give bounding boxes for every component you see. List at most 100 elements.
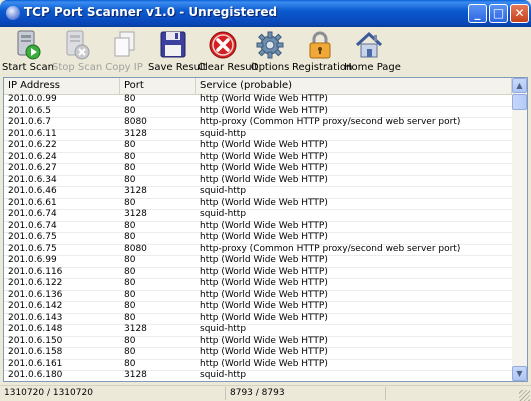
cell-port: 80 [124,312,136,323]
cell-ip: 201.0.6.74 [8,220,57,231]
cell-service: http (World Wide Web HTTP) [200,266,328,277]
title-bar[interactable]: TCP Port Scanner v1.0 - Unregistered _ □… [0,0,531,27]
cell-ip: 201.0.6.143 [8,312,63,323]
cell-service: squid-http [200,186,247,196]
scroll-down-button[interactable]: ▼ [512,366,527,381]
close-button[interactable]: ✕ [510,4,529,23]
resize-grip-icon[interactable] [519,390,530,401]
computer-play-icon [17,30,41,60]
app-globe-icon [6,6,20,20]
status-found: 8793 / 8793 [226,387,386,400]
cell-ip: 201.0.6.24 [8,151,57,162]
cell-ip: 201.0.6.27 [8,163,57,173]
cell-service: http (World Wide Web HTTP) [200,358,328,369]
scroll-up-arrow-icon: ▲ [516,81,523,90]
computer-stop-icon [66,30,90,60]
cell-ip: 201.0.6.116 [8,266,63,277]
scroll-thumb[interactable] [512,94,527,110]
cell-service: http (World Wide Web HTTP) [200,301,328,311]
cell-service: http (World Wide Web HTTP) [200,94,328,104]
cell-ip: 201.0.6.136 [8,289,63,300]
cell-service: http-proxy (Common HTTP proxy/second web… [200,243,461,254]
house-icon [355,31,383,58]
cell-port: 3128 [124,324,147,334]
save-result-label: Save Result [148,62,207,73]
cell-port: 80 [124,255,136,265]
cell-port: 80 [124,232,136,242]
cell-ip: 201.0.0.99 [8,94,57,104]
home-page-button[interactable]: Home Page [344,27,401,75]
cell-ip: 201.0.6.142 [8,301,63,311]
scroll-up-button[interactable]: ▲ [512,78,527,93]
cell-port: 80 [124,289,136,300]
cell-port: 80 [124,266,136,277]
cell-port: 80 [124,278,136,288]
cell-service: http (World Wide Web HTTP) [200,163,328,173]
cell-port: 80 [124,174,136,185]
cell-port: 80 [124,197,136,208]
cell-service: http (World Wide Web HTTP) [200,335,328,346]
cell-ip: 201.0.6.150 [8,335,63,346]
cell-service: squid-http [200,128,247,139]
cell-ip: 201.0.6.75 [8,232,57,242]
cell-service: squid-http [200,209,247,219]
scroll-down-arrow-icon: ▼ [516,369,523,378]
table-row[interactable]: 201.0.6.180 3128 squid-http [4,370,512,381]
cell-service: http-proxy (Common HTTP proxy/second web… [200,117,461,127]
stop-scan-button[interactable]: Stop Scan [52,27,103,75]
cell-ip: 201.0.6.7 [8,117,51,127]
gear-icon [256,31,284,59]
cell-service: http (World Wide Web HTTP) [200,220,328,231]
cell-service: http (World Wide Web HTTP) [200,347,328,357]
maximize-button[interactable]: □ [489,4,508,23]
padlock-icon [309,31,331,59]
cell-ip: 201.0.6.122 [8,278,63,288]
vertical-scrollbar[interactable]: ▲ ▼ [512,78,527,381]
clear-result-button[interactable]: Clear Result [198,27,258,75]
cell-service: http (World Wide Web HTTP) [200,255,328,265]
cell-port: 3128 [124,209,147,219]
cell-service: http (World Wide Web HTTP) [200,312,328,323]
cell-ip: 201.0.6.99 [8,255,57,265]
save-result-button[interactable]: Save Result [148,27,207,75]
cell-port: 3128 [124,186,147,196]
list-header: IP Address Port Service (probable) [4,78,512,95]
cell-ip: 201.0.6.148 [8,324,63,334]
app-window: TCP Port Scanner v1.0 - Unregistered _ □… [0,0,531,401]
cell-ip: 201.0.6.180 [4,382,118,383]
options-label: Options [250,62,290,73]
registration-button[interactable]: Registration [292,27,352,75]
results-list[interactable]: IP Address Port Service (probable) 201.0… [3,77,528,382]
copy-ip-button[interactable]: Copy IP [100,27,148,75]
window-title: TCP Port Scanner v1.0 - Unregistered [24,5,278,19]
floppy-disk-icon [160,31,186,58]
cell-port: 80 [124,151,136,162]
close-icon: ✕ [514,6,525,20]
cell-service: http (World Wide Web HTTP) [200,289,328,300]
list-rows: 201.0.0.99 80 http (World Wide Web HTTP) 20… [4,94,512,383]
column-header-ip[interactable]: IP Address [4,78,120,94]
cell-ip: 201.0.6.11 [8,128,57,139]
cell-ip: 201.0.6.161 [8,358,63,369]
status-bar: 1310720 / 1310720 8793 / 8793 [0,385,531,401]
copy-document-icon [114,31,135,57]
cell-service: http (World Wide Web HTTP) [200,140,328,150]
cell-port: 80 [124,105,136,116]
cell-port: 3128 [124,128,147,139]
cell-port: 3128 [124,370,147,380]
stop-scan-label: Stop Scan [52,62,103,73]
column-header-service[interactable]: Service (probable) [196,78,512,94]
copy-ip-label: Copy IP [105,62,143,73]
cell-port: 80 [124,358,136,369]
cell-service: http (World Wide Web HTTP) [200,151,328,162]
options-button[interactable]: Options [248,27,292,75]
minimize-button[interactable]: _ [468,4,487,23]
cell-service: squid-http [200,370,247,380]
cell-port: 80 [124,335,136,346]
cell-service: http (World Wide Web HTTP) [200,174,328,185]
cell-service: http (World Wide Web HTTP) [196,382,516,383]
column-header-port[interactable]: Port [120,78,196,94]
cell-service: http (World Wide Web HTTP) [200,278,328,288]
minimize-icon: _ [474,6,481,20]
start-scan-button[interactable]: Start Scan [2,27,54,75]
